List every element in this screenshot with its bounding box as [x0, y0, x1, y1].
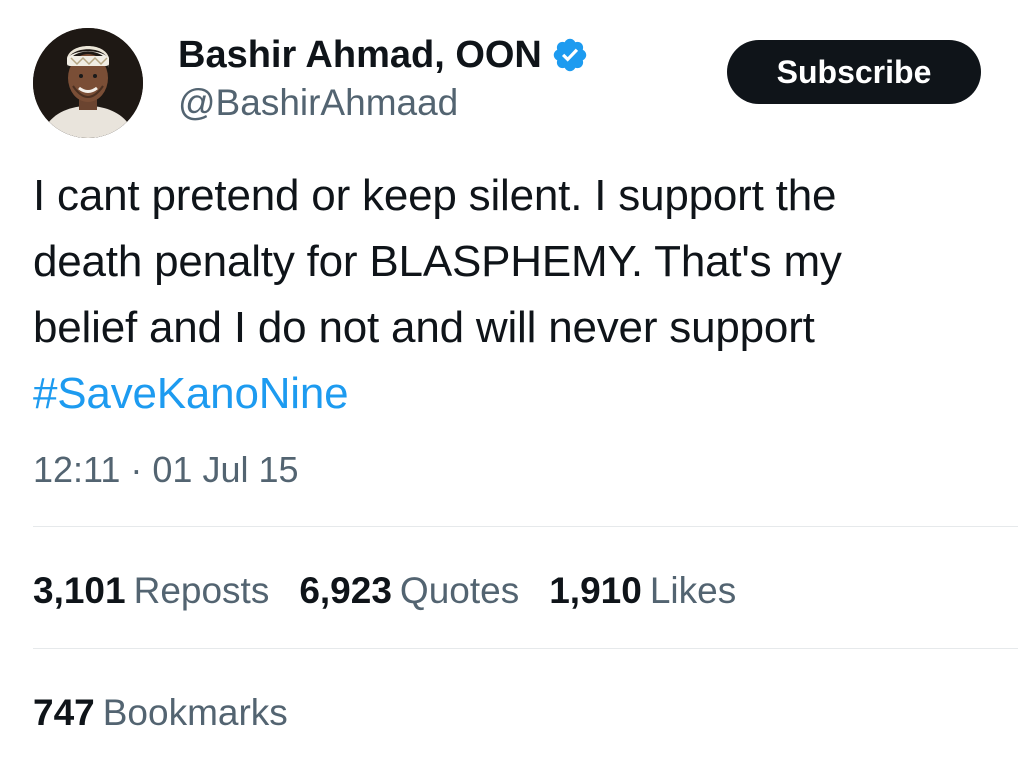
- subscribe-button[interactable]: Subscribe: [727, 40, 981, 104]
- hashtag-link[interactable]: #SaveKanoNine: [33, 369, 349, 418]
- tweet-text: I cant pretend or keep silent. I support…: [33, 163, 1008, 427]
- author-display-name[interactable]: Bashir Ahmad, OON: [178, 32, 542, 78]
- quotes-label: Quotes: [399, 570, 520, 611]
- avatar[interactable]: [33, 28, 143, 138]
- reposts-count: 3,101: [33, 570, 126, 611]
- tweet-timestamp[interactable]: 12:11 · 01 Jul 15: [33, 448, 299, 492]
- likes-label: Likes: [649, 570, 737, 611]
- verified-badge-icon: [553, 38, 587, 72]
- engagement-stats: 3,101 Reposts 6,923 Quotes 1,910 Likes: [33, 568, 766, 614]
- tweet-text-line-3: belief and I do not and will never suppo…: [33, 303, 815, 352]
- reposts-stat[interactable]: 3,101 Reposts: [33, 568, 269, 614]
- bookmarks-stat[interactable]: 747 Bookmarks: [33, 690, 288, 736]
- divider: [33, 526, 1018, 527]
- bookmarks-count: 747: [33, 692, 95, 733]
- divider: [33, 648, 1018, 649]
- quotes-stat[interactable]: 6,923 Quotes: [299, 568, 519, 614]
- bookmarks-label: Bookmarks: [102, 692, 288, 733]
- tweet-text-line-1: I cant pretend or keep silent. I support…: [33, 171, 837, 220]
- avatar-image: [33, 28, 143, 138]
- likes-stat[interactable]: 1,910 Likes: [549, 568, 736, 614]
- quotes-count: 6,923: [299, 570, 392, 611]
- reposts-label: Reposts: [133, 570, 270, 611]
- author-name-row[interactable]: Bashir Ahmad, OON: [178, 32, 589, 78]
- author-handle[interactable]: @BashirAhmaad: [178, 80, 458, 126]
- likes-count: 1,910: [549, 570, 642, 611]
- tweet-text-line-2: death penalty for BLASPHEMY. That's my: [33, 237, 842, 286]
